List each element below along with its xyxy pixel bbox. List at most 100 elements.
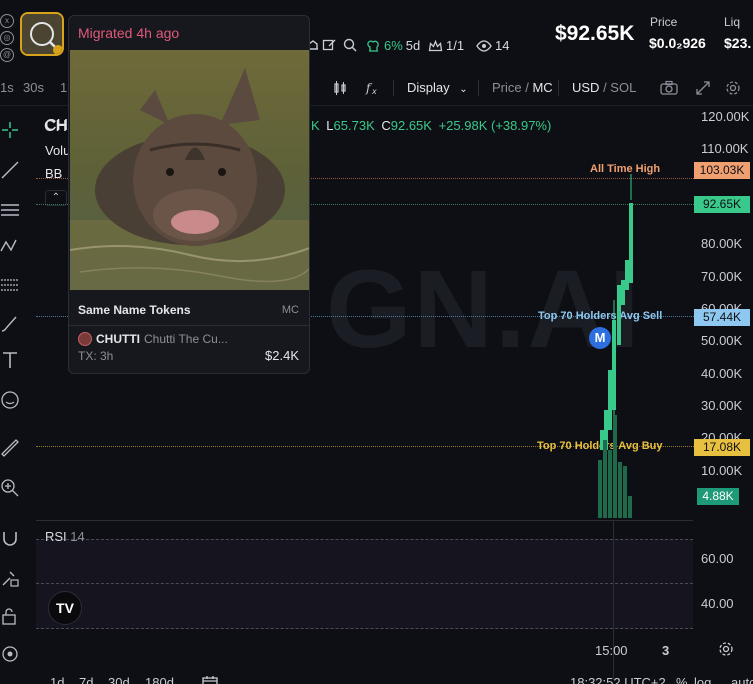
market-cap-value: $92.65K	[555, 22, 635, 45]
fib-icon[interactable]	[0, 276, 20, 296]
pattern-icon[interactable]	[0, 236, 20, 256]
rsi-band	[36, 539, 693, 629]
range-180d[interactable]: 180d	[145, 675, 174, 684]
range-30d[interactable]: 30d	[108, 675, 130, 684]
fullscreen-icon[interactable]	[695, 80, 711, 99]
log-toggle[interactable]: log	[694, 675, 711, 684]
volume-tag: 4.88K	[697, 488, 739, 505]
ohlc-values: K L65.73K C92.65K +25.98K (+38.97%)	[311, 118, 552, 133]
volume-bar	[618, 462, 622, 518]
rsi-axis-label: 40.00	[701, 596, 734, 611]
percent-toggle[interactable]: %	[676, 675, 688, 684]
rsi-pane[interactable]: RSI 14	[36, 520, 693, 629]
indicators-icon[interactable]: fx	[365, 80, 381, 99]
horizontal-lines-icon[interactable]	[0, 200, 20, 220]
ath-price-tag: 103.03K	[694, 162, 750, 179]
token-tx-age: TX: 3h	[78, 349, 114, 363]
liquidity-label: Liq	[724, 15, 741, 29]
time-extra: 3	[662, 643, 670, 658]
display-dropdown[interactable]: Display ⌄	[407, 80, 468, 95]
visibility-icon[interactable]	[0, 644, 20, 664]
time-label: 15:00	[595, 643, 628, 658]
telegram-icon[interactable]: @	[0, 48, 14, 62]
range-7d[interactable]: 7d	[79, 675, 93, 684]
volume-bar	[613, 415, 617, 518]
axis-label: 70.00K	[701, 269, 743, 284]
liquidity-value: $23.	[724, 35, 752, 51]
twitter-icon[interactable]: x	[0, 14, 14, 28]
magnet-icon[interactable]	[0, 528, 20, 548]
chevron-down-icon: ⌄	[459, 84, 468, 95]
trend-line-icon[interactable]	[0, 160, 20, 180]
axis-label: 30.00K	[701, 398, 743, 413]
price-mc-toggle[interactable]: Price / MC	[492, 80, 553, 95]
range-1d[interactable]: 1d	[50, 675, 64, 684]
interval-1s[interactable]: 1s	[0, 80, 14, 95]
volume-bar	[603, 440, 607, 518]
edit-icon[interactable]	[322, 38, 336, 52]
svg-text:x: x	[371, 87, 377, 96]
dev-holding-stat: 6% 5d	[366, 38, 420, 53]
emoji-icon[interactable]	[0, 390, 20, 410]
calendar-icon[interactable]	[202, 675, 218, 684]
interval-1m[interactable]: 1	[60, 80, 67, 95]
globe-icon[interactable]: ◎	[0, 31, 14, 45]
currency-toggle[interactable]: USD / SOL	[572, 80, 636, 95]
axis-label: 40.00K	[701, 366, 743, 381]
chart-settings-icon[interactable]	[718, 641, 734, 662]
tradingview-logo[interactable]: TV	[48, 591, 82, 625]
social-links: x ◎ @	[0, 14, 16, 65]
candle	[617, 285, 621, 345]
axis-label: 80.00K	[701, 236, 743, 251]
clock-readout[interactable]: 18:32:52 UTC+2	[570, 675, 666, 684]
lock-drawing-icon[interactable]	[0, 568, 20, 588]
token-mc-value: $2.4K	[265, 348, 299, 363]
token-image[interactable]	[20, 12, 64, 56]
migration-status: Migrated 4h ago	[78, 25, 180, 41]
avg-sell-price-tag: 57.44K	[694, 309, 750, 326]
auto-toggle[interactable]: auto	[731, 675, 753, 684]
settings-gear-icon[interactable]	[725, 80, 741, 99]
ruler-icon[interactable]	[0, 438, 20, 458]
axis-label: 10.00K	[701, 463, 743, 478]
migration-marker[interactable]: M	[589, 327, 611, 349]
rsi-axis-label: 60.00	[701, 551, 734, 566]
price-value: $0.0₂926	[649, 35, 706, 51]
same-name-heading: Same Name Tokens	[78, 303, 191, 317]
volume-bar	[598, 460, 602, 518]
chevron-up-icon: ⌃	[51, 192, 61, 203]
volume-bars	[598, 415, 632, 518]
watchers-stat: 14	[476, 38, 509, 53]
search-icon[interactable]	[343, 38, 357, 52]
candle-type-icon[interactable]	[332, 80, 348, 99]
trading-screen: x ◎ @ 6% 5d 1/1 14 $92.65K Price $0.0₂92…	[0, 0, 753, 684]
brush-icon[interactable]	[0, 314, 20, 334]
candle	[612, 320, 616, 410]
lock-icon[interactable]	[0, 606, 20, 626]
current-price-tag: 92.65K	[694, 196, 750, 213]
zoom-in-icon[interactable]	[0, 478, 20, 498]
avatar	[78, 332, 92, 346]
volume-bar	[623, 466, 627, 518]
axis-label: 110.00K	[701, 141, 749, 156]
eye-icon	[476, 39, 492, 52]
rsi-title: RSI 14	[45, 529, 85, 544]
price-label: Price	[650, 15, 678, 29]
avg-buy-price-tag: 17.08K	[694, 439, 750, 456]
mc-column-header: MC	[281, 304, 299, 316]
drawing-toolbar	[0, 110, 24, 684]
volume-bar	[628, 496, 632, 518]
chef-hat-icon	[367, 40, 379, 52]
crosshair-icon[interactable]	[0, 120, 20, 140]
candle	[629, 203, 633, 283]
same-name-token-row[interactable]: CHUTTI Chutti The Cu...	[78, 332, 228, 346]
camera-icon[interactable]	[660, 80, 678, 99]
axis-label: 50.00K	[701, 333, 743, 348]
candle	[621, 280, 625, 305]
interval-30s[interactable]: 30s	[23, 80, 44, 95]
token-info-popover: Migrated 4h ago Same Name Tokens MC CHUT…	[68, 15, 310, 374]
text-tool-icon[interactable]	[0, 350, 20, 370]
top-holder-stat: 1/1	[428, 38, 464, 53]
candle	[625, 260, 629, 290]
token-image-large	[70, 50, 309, 290]
